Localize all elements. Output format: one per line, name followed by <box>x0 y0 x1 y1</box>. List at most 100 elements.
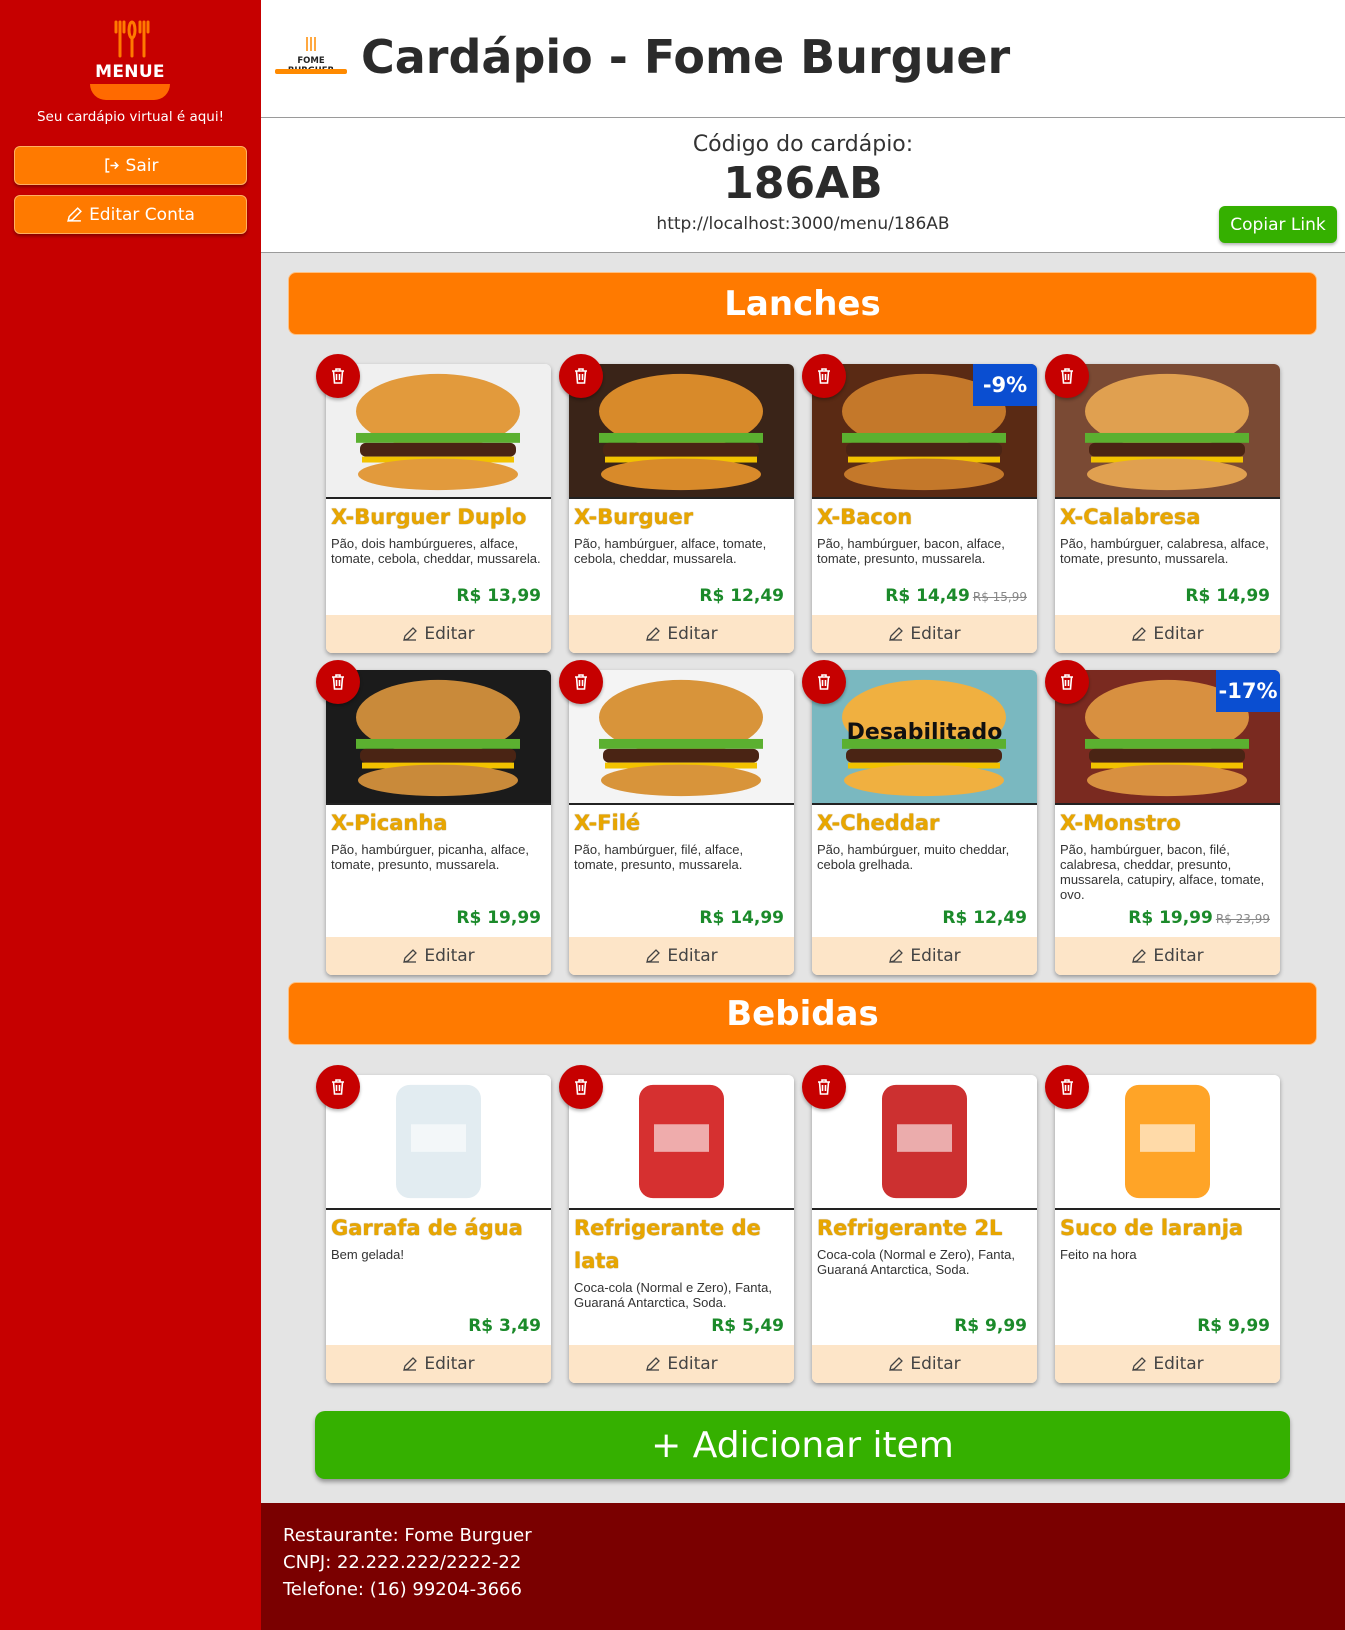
menu-code-label: Código do cardápio: <box>692 132 914 157</box>
item-description: Pão, hambúrguer, calabresa, alface, toma… <box>1060 536 1269 566</box>
edit-item-label: Editar <box>1153 624 1204 644</box>
item-description: Coca-cola (Normal e Zero), Fanta, Guaran… <box>574 1280 772 1310</box>
item-current-price: R$ 14,49 <box>885 586 970 606</box>
item-name: Garrafa de água <box>331 1216 523 1240</box>
pencil-icon <box>1132 949 1147 963</box>
item-current-price: R$ 19,99 <box>456 908 541 928</box>
item-name: X-Monstro <box>1060 811 1181 835</box>
delete-item-button[interactable] <box>1045 354 1089 398</box>
edit-item-button[interactable]: Editar <box>569 937 794 975</box>
item-current-price: R$ 9,99 <box>1197 1316 1270 1336</box>
page-title: Cardápio - Fome Burguer <box>361 30 1011 84</box>
header: FOME BURGUER Cardápio - Fome Burguer <box>261 0 1345 118</box>
edit-item-button[interactable]: Editar <box>1055 615 1280 653</box>
sidebar: MENUE Seu cardápio virtual é aqui! Sair … <box>0 0 261 1630</box>
item-image <box>569 670 794 805</box>
delete-item-button[interactable] <box>802 354 846 398</box>
delete-item-button[interactable] <box>316 660 360 704</box>
edit-item-button[interactable]: Editar <box>1055 1345 1280 1383</box>
logout-icon <box>104 158 119 173</box>
edit-item-label: Editar <box>667 946 718 966</box>
edit-item-label: Editar <box>667 624 718 644</box>
add-item-button[interactable]: + Adicionar item <box>315 1411 1290 1479</box>
utensils-icon <box>114 20 150 58</box>
item-description: Feito na hora <box>1060 1247 1137 1262</box>
item-price: R$ 12,49 <box>699 586 784 606</box>
edit-item-button[interactable]: Editar <box>326 615 551 653</box>
item-current-price: R$ 5,49 <box>711 1316 784 1336</box>
copy-link-button[interactable]: Copiar Link <box>1219 206 1337 243</box>
footer-cnpj: CNPJ: 22.222.222/2222-22 <box>283 1552 522 1573</box>
edit-account-label: Editar Conta <box>89 204 195 225</box>
delete-item-button[interactable] <box>802 660 846 704</box>
item-price: R$ 9,99 <box>1197 1316 1270 1336</box>
restaurant-logo-bar <box>275 69 347 74</box>
delete-item-button[interactable] <box>1045 660 1089 704</box>
item-description: Coca-cola (Normal e Zero), Fanta, Guaran… <box>817 1247 1015 1277</box>
delete-item-button[interactable] <box>1045 1065 1089 1109</box>
item-old-price: R$ 23,99 <box>1215 912 1270 926</box>
menu-item-card: X-Picanha Pão, hambúrguer, picanha, alfac… <box>316 660 551 975</box>
edit-item-label: Editar <box>910 946 961 966</box>
delete-item-button[interactable] <box>559 660 603 704</box>
item-description: Pão, hambúrguer, bacon, filé, calabresa,… <box>1060 842 1265 902</box>
edit-item-button[interactable]: Editar <box>569 1345 794 1383</box>
menu-item-card: Garrafa de água Bem gelada! R$ 3,49 Editar <box>316 1065 551 1383</box>
pencil-icon <box>646 1357 661 1371</box>
edit-item-button[interactable]: Editar <box>326 937 551 975</box>
trash-icon <box>575 674 587 690</box>
item-current-price: R$ 19,99 <box>1128 908 1213 928</box>
delete-item-button[interactable] <box>316 1065 360 1109</box>
item-description: Pão, hambúrguer, alface, tomate, cebola,… <box>574 536 767 566</box>
item-current-price: R$ 13,99 <box>456 586 541 606</box>
trash-icon <box>818 368 830 384</box>
edit-item-button[interactable]: Editar <box>569 615 794 653</box>
app-logo: MENUE <box>88 18 172 102</box>
item-current-price: R$ 14,99 <box>1185 586 1270 606</box>
item-image <box>1055 364 1280 499</box>
trash-icon <box>1061 674 1073 690</box>
edit-item-button[interactable]: Editar <box>812 937 1037 975</box>
menu-code-value: 186AB <box>723 158 883 209</box>
edit-item-button[interactable]: Editar <box>326 1345 551 1383</box>
edit-item-label: Editar <box>910 624 961 644</box>
delete-item-button[interactable] <box>559 1065 603 1109</box>
menu-item-card: X-Burguer Duplo Pão, dois hambúrgueres, a… <box>316 354 551 653</box>
delete-item-button[interactable] <box>316 354 360 398</box>
restaurant-logo: FOME BURGUER <box>273 36 349 78</box>
edit-item-button[interactable]: Editar <box>812 615 1037 653</box>
trash-icon <box>332 1079 344 1095</box>
item-price: R$ 14,49 R$ 15,99 <box>885 586 1027 606</box>
edit-account-button[interactable]: Editar Conta <box>14 195 247 234</box>
pencil-icon <box>889 949 904 963</box>
menu-link[interactable]: http://localhost:3000/menu/186AB <box>261 214 1345 234</box>
item-description: Pão, hambúrguer, picanha, alface, tomate… <box>331 842 530 872</box>
menu-item-card: X-Calabresa Pão, hambúrguer, calabresa, a… <box>1045 354 1280 653</box>
logout-button[interactable]: Sair <box>14 146 247 185</box>
edit-item-button[interactable]: Editar <box>1055 937 1280 975</box>
item-current-price: R$ 3,49 <box>468 1316 541 1336</box>
item-price: R$ 9,99 <box>954 1316 1027 1336</box>
item-current-price: R$ 12,49 <box>942 908 1027 928</box>
item-image <box>569 1075 794 1210</box>
item-price: R$ 19,99 <box>456 908 541 928</box>
item-image <box>326 1075 551 1210</box>
pencil-icon <box>646 949 661 963</box>
delete-item-button[interactable] <box>802 1065 846 1109</box>
pencil-icon <box>889 1357 904 1371</box>
item-name: Refrigerante de lata <box>574 1216 761 1273</box>
delete-item-button[interactable] <box>559 354 603 398</box>
menu-item-card: Refrigerante de lata Coca-cola (Normal e … <box>559 1065 794 1383</box>
logo-text: MENUE <box>95 62 165 82</box>
discount-badge: -9% <box>973 364 1037 406</box>
edit-item-button[interactable]: Editar <box>812 1345 1037 1383</box>
trash-icon <box>1061 368 1073 384</box>
item-price: R$ 12,49 <box>942 908 1027 928</box>
edit-item-label: Editar <box>424 946 475 966</box>
item-old-price: R$ 15,99 <box>972 590 1027 604</box>
item-image <box>326 670 551 805</box>
menu-item-card: X-Burguer Pão, hambúrguer, alface, tomate… <box>559 354 794 653</box>
footer-phone: Telefone: (16) 99204-3666 <box>283 1579 522 1600</box>
item-description: Pão, hambúrguer, filé, alface, tomate, p… <box>574 842 744 872</box>
trash-icon <box>818 1079 830 1095</box>
